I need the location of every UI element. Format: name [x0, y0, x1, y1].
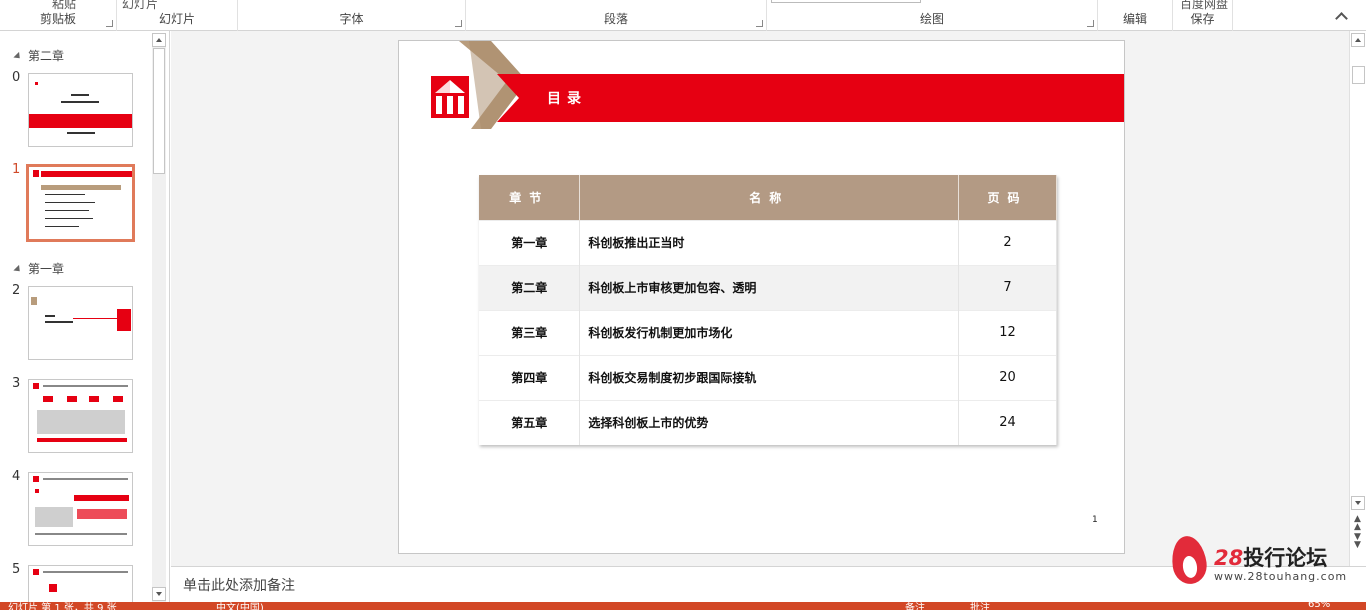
- ribbon-group-drawing: 绘图: [767, 0, 1098, 31]
- prev-slide-icon[interactable]: ▲ ▲: [1354, 515, 1361, 532]
- cell-page[interactable]: 24: [958, 399, 1057, 445]
- watermark-brand-number: 28: [1214, 546, 1244, 570]
- font-launcher-icon[interactable]: [455, 20, 462, 27]
- status-notes-button[interactable]: 备注: [905, 602, 925, 610]
- cell-page[interactable]: 12: [958, 309, 1057, 355]
- slide-thumbnail-2[interactable]: [28, 286, 133, 360]
- ribbon-group-slides: 幻灯片: [117, 0, 238, 31]
- header-chapter: 章节: [479, 175, 581, 220]
- slide-thumbnail-0[interactable]: [28, 73, 133, 147]
- cell-name[interactable]: 科创板发行机制更加市场化: [579, 309, 960, 355]
- thumb-number: 3: [12, 376, 21, 391]
- drawing-launcher-icon[interactable]: [1087, 20, 1094, 27]
- thumb-number: 0: [12, 70, 21, 85]
- slide-page-number: 1: [1092, 515, 1098, 525]
- slide-header-graphic: [459, 41, 1124, 129]
- collapse-triangle-icon[interactable]: [13, 264, 23, 275]
- ribbon-group-paragraph: 段落: [466, 0, 767, 31]
- toc-table[interactable]: 章节 名称 页码 第一章 科创板推出正当时 2 第二章 科创板上市审核更加包容、…: [479, 175, 1057, 445]
- cell-chapter[interactable]: 第五章: [479, 399, 581, 445]
- status-language[interactable]: 中文(中国): [216, 602, 264, 610]
- forum-watermark: 28投行论坛 www.28touhang.com: [1168, 533, 1352, 588]
- status-bar: 幻灯片 第 1 张，共 9 张 中文(中国) 备注 批注 65%: [0, 602, 1366, 610]
- cell-name[interactable]: 科创板交易制度初步跟国际接轨: [579, 354, 960, 400]
- section-header-chapter2[interactable]: 第二章: [13, 47, 65, 64]
- cell-chapter[interactable]: 第二章: [479, 264, 581, 310]
- table-header-row: 章节 名称 页码: [479, 175, 1057, 220]
- ribbon-group-editing: 编辑: [1098, 0, 1173, 31]
- ribbon-group-font: 字体: [238, 0, 466, 31]
- watermark-url: www.28touhang.com: [1214, 570, 1348, 583]
- scroll-down-icon[interactable]: [152, 587, 166, 601]
- next-slide-icon[interactable]: ▼ ▼: [1354, 533, 1361, 550]
- group-label-clipboard: 剪贴板: [39, 12, 76, 26]
- watermark-brand-text: 投行论坛: [1243, 546, 1328, 570]
- editor-scrollbar[interactable]: ▲ ▲ ▼ ▼: [1349, 31, 1366, 566]
- status-zoom[interactable]: 65%: [1308, 602, 1330, 610]
- collapse-ribbon-icon[interactable]: [1335, 12, 1348, 25]
- cell-chapter[interactable]: 第一章: [479, 219, 581, 265]
- table-row: 第一章 科创板推出正当时 2: [479, 219, 1057, 265]
- section-header-chapter1[interactable]: 第一章: [13, 260, 65, 277]
- slide-thumbnail-pane: 第二章 0 1 第一章 2 3 4 5: [0, 31, 170, 602]
- cell-page[interactable]: 20: [958, 354, 1057, 400]
- header-name: 名称: [579, 175, 960, 220]
- scroll-up-icon[interactable]: [152, 33, 166, 47]
- scroll-down-icon[interactable]: [1351, 496, 1365, 510]
- group-label-slides: 幻灯片: [158, 12, 195, 26]
- group-label-editing: 编辑: [1122, 12, 1147, 26]
- slide-thumbnail-4[interactable]: [28, 472, 133, 546]
- slide-editor: 目录 章节 名称 页码 第一章 科创板推出正当时 2 第二章 科创板上市审核更加…: [171, 31, 1349, 566]
- cell-name[interactable]: 选择科创板上市的优势: [579, 399, 960, 445]
- current-slide[interactable]: 目录 章节 名称 页码 第一章 科创板推出正当时 2 第二章 科创板上市审核更加…: [398, 40, 1125, 554]
- thumb-number: 2: [12, 283, 21, 298]
- thumb-number-active: 1: [12, 162, 21, 177]
- ribbon-group-save: 保存: [1173, 0, 1233, 31]
- paragraph-launcher-icon[interactable]: [756, 20, 763, 27]
- ribbon: 粘贴 幻灯片 百度网盘 剪贴板 幻灯片 字体 段落 绘图 编辑 保存: [0, 0, 1366, 31]
- slide-thumbnail-3[interactable]: [28, 379, 133, 453]
- cell-name[interactable]: 科创板推出正当时: [579, 219, 960, 265]
- table-row: 第四章 科创板交易制度初步跟国际接轨 20: [479, 354, 1057, 400]
- section-label: 第一章: [28, 262, 65, 276]
- header-page: 页码: [958, 175, 1057, 220]
- cell-name[interactable]: 科创板上市审核更加包容、透明: [579, 264, 960, 310]
- thumb-number: 4: [12, 469, 21, 484]
- notes-placeholder: 单击此处添加备注: [183, 578, 295, 594]
- company-logo-icon: [431, 76, 469, 118]
- table-row: 第三章 科创板发行机制更加市场化 12: [479, 309, 1057, 355]
- scroll-thumb[interactable]: [1352, 66, 1365, 84]
- flame-logo-icon: [1168, 533, 1210, 587]
- slide-title: 目录: [547, 91, 587, 107]
- scroll-thumb[interactable]: [153, 48, 165, 174]
- collapse-triangle-icon[interactable]: [13, 51, 23, 62]
- group-label-font: 字体: [339, 12, 364, 26]
- clipboard-launcher-icon[interactable]: [106, 20, 113, 27]
- thumbnail-scrollbar[interactable]: [152, 33, 166, 602]
- group-label-drawing: 绘图: [919, 12, 944, 26]
- scroll-up-icon[interactable]: [1351, 33, 1365, 47]
- slide-thumbnail-5[interactable]: [28, 565, 133, 602]
- cell-page[interactable]: 7: [958, 264, 1057, 310]
- group-label-paragraph: 段落: [603, 12, 628, 26]
- watermark-brand: 28投行论坛: [1214, 542, 1327, 572]
- thumb-number: 5: [12, 562, 21, 577]
- slide-thumbnail-1[interactable]: [26, 164, 135, 242]
- status-comments-button[interactable]: 批注: [970, 602, 990, 610]
- table-row: 第五章 选择科创板上市的优势 24: [479, 399, 1057, 445]
- group-label-save: 保存: [1190, 12, 1215, 26]
- cell-page[interactable]: 2: [958, 219, 1057, 265]
- status-slide-info: 幻灯片 第 1 张，共 9 张: [8, 603, 117, 610]
- powerpoint-window: 粘贴 幻灯片 百度网盘 剪贴板 幻灯片 字体 段落 绘图 编辑 保存 第二章 0…: [0, 0, 1366, 610]
- table-row: 第二章 科创板上市审核更加包容、透明 7: [479, 264, 1057, 310]
- ribbon-group-clipboard: 剪贴板: [0, 0, 117, 31]
- section-label: 第二章: [28, 49, 65, 63]
- cell-chapter[interactable]: 第三章: [479, 309, 581, 355]
- cell-chapter[interactable]: 第四章: [479, 354, 581, 400]
